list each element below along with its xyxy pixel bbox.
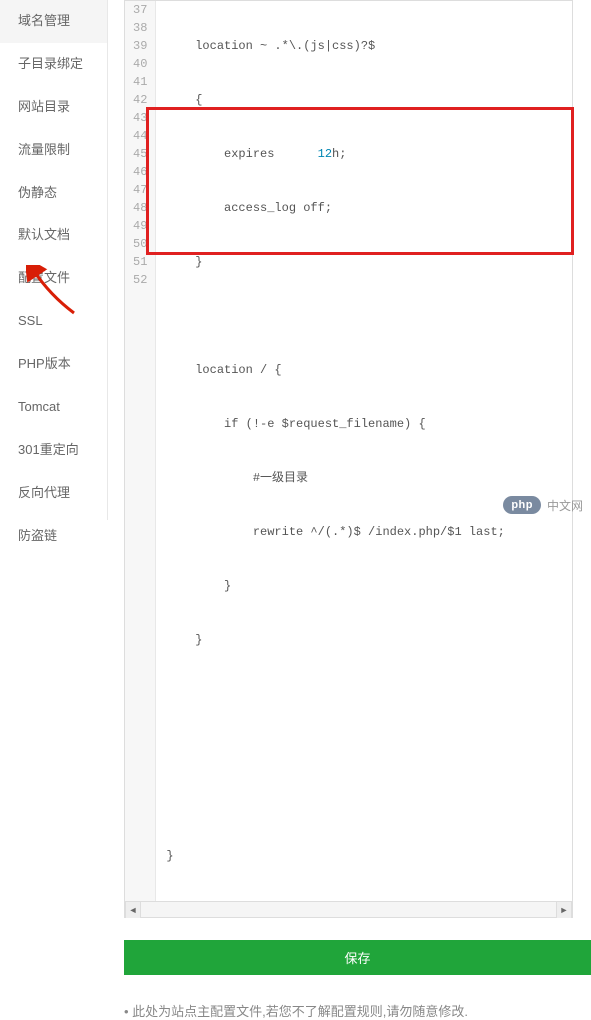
scroll-left-icon[interactable]: ◄: [125, 902, 141, 918]
line-gutter: 37 38 39 40 41 42 43 44 45 46 47 48 49 5…: [125, 1, 156, 901]
config-note: • 此处为站点主配置文件,若您不了解配置规则,请勿随意修改.: [124, 1001, 591, 1020]
sidebar-item-hotlink[interactable]: 防盗链: [0, 515, 107, 558]
sidebar-item-tomcat[interactable]: Tomcat: [0, 386, 107, 429]
horizontal-scrollbar[interactable]: ◄ ►: [125, 901, 572, 917]
watermark-text: 中文网: [547, 497, 583, 514]
sidebar-item-subdir[interactable]: 子目录绑定: [0, 43, 107, 86]
sidebar: 域名管理 子目录绑定 网站目录 流量限制 伪静态 默认文档 配置文件 SSL P…: [0, 0, 108, 520]
sidebar-item-phpver[interactable]: PHP版本: [0, 343, 107, 386]
save-button[interactable]: 保存: [124, 940, 591, 975]
sidebar-item-ssl[interactable]: SSL: [0, 300, 107, 343]
watermark: php 中文网: [503, 496, 583, 514]
sidebar-item-domain[interactable]: 域名管理: [0, 0, 107, 43]
code-content[interactable]: location ~ .*\.(js|css)?$ { expires 12h;…: [156, 1, 572, 901]
sidebar-item-webdir[interactable]: 网站目录: [0, 86, 107, 129]
main-panel: 37 38 39 40 41 42 43 44 45 46 47 48 49 5…: [108, 0, 591, 520]
scroll-track[interactable]: [141, 902, 556, 917]
sidebar-item-proxy[interactable]: 反向代理: [0, 472, 107, 515]
code-editor[interactable]: 37 38 39 40 41 42 43 44 45 46 47 48 49 5…: [124, 0, 573, 918]
sidebar-item-defaultdoc[interactable]: 默认文档: [0, 214, 107, 257]
sidebar-item-rewrite[interactable]: 伪静态: [0, 172, 107, 215]
sidebar-item-traffic[interactable]: 流量限制: [0, 129, 107, 172]
sidebar-item-301[interactable]: 301重定向: [0, 429, 107, 472]
sidebar-item-config[interactable]: 配置文件: [0, 257, 107, 300]
scroll-right-icon[interactable]: ►: [556, 902, 572, 918]
watermark-badge: php: [503, 496, 541, 514]
